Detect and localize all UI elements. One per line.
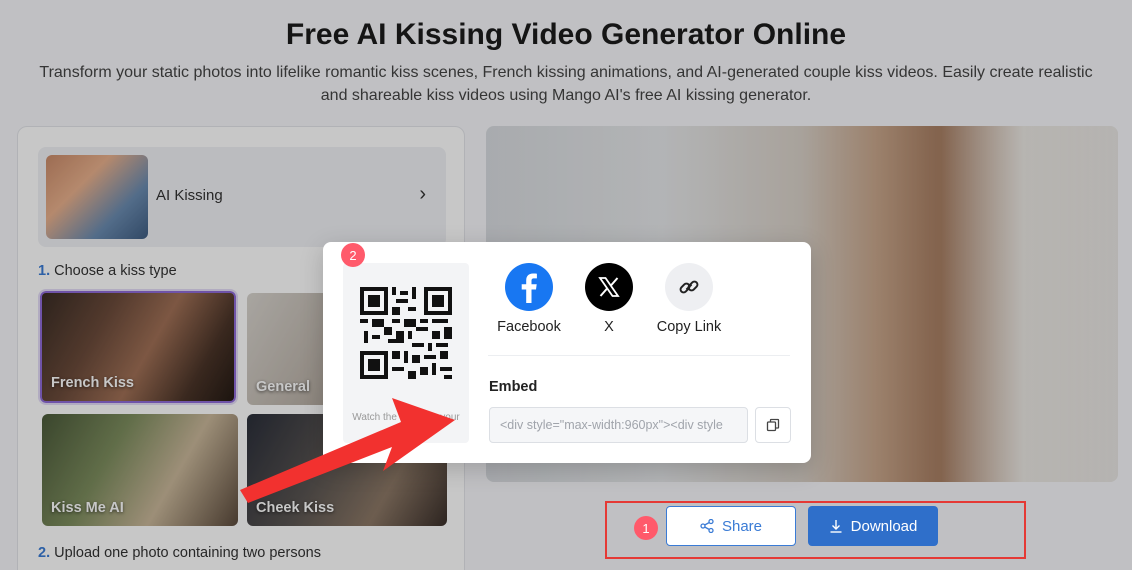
- download-button-label: Download: [850, 517, 918, 535]
- link-icon: [665, 263, 713, 311]
- annotation-badge-2: 2: [341, 243, 365, 267]
- qr-code-card: Watch the video on your phone: [343, 263, 469, 443]
- share-x[interactable]: X: [564, 263, 654, 335]
- share-copy-link[interactable]: Copy Link: [644, 263, 734, 335]
- x-icon: [585, 263, 633, 311]
- share-button-label: Share: [721, 517, 763, 535]
- embed-title: Embed: [489, 379, 538, 395]
- share-modal: Watch the video on your phone Facebook X: [323, 242, 811, 463]
- qr-caption: Watch the video on your phone: [352, 412, 460, 436]
- facebook-icon: [505, 263, 553, 311]
- divider: [488, 355, 790, 356]
- annotation-badge-1: 1: [634, 516, 658, 540]
- download-button[interactable]: Download: [808, 506, 938, 546]
- share-button[interactable]: Share: [666, 506, 796, 546]
- copy-link-label: Copy Link: [656, 319, 722, 335]
- share-facebook[interactable]: Facebook: [484, 263, 574, 335]
- x-label: X: [604, 319, 614, 335]
- share-icon: [700, 519, 714, 533]
- facebook-label: Facebook: [497, 319, 561, 335]
- qr-code: [360, 287, 452, 379]
- embed-code-field[interactable]: [489, 407, 748, 443]
- copy-icon: [766, 418, 780, 432]
- download-icon: [830, 520, 842, 533]
- copy-embed-button[interactable]: [755, 407, 791, 443]
